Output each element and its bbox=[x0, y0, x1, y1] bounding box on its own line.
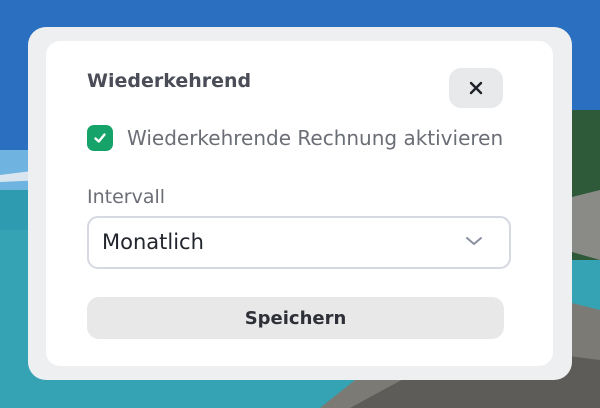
recurring-checkbox[interactable] bbox=[87, 125, 113, 151]
interval-select[interactable]: Monatlich bbox=[87, 216, 511, 269]
check-icon bbox=[94, 133, 106, 143]
chevron-down-icon bbox=[466, 237, 482, 245]
modal-panel: Wiederkehrend Wiederkehrende Rechnung ak… bbox=[46, 41, 553, 366]
close-button[interactable] bbox=[449, 68, 503, 108]
recurring-checkbox-label[interactable]: Wiederkehrende Rechnung aktivieren bbox=[127, 126, 503, 150]
modal-title: Wiederkehrend bbox=[87, 70, 252, 92]
save-button[interactable]: Speichern bbox=[87, 297, 504, 339]
interval-label: Intervall bbox=[87, 186, 166, 208]
close-icon bbox=[469, 81, 483, 95]
interval-select-value: Monatlich bbox=[102, 230, 204, 254]
recurring-modal: Wiederkehrend Wiederkehrende Rechnung ak… bbox=[28, 27, 572, 380]
